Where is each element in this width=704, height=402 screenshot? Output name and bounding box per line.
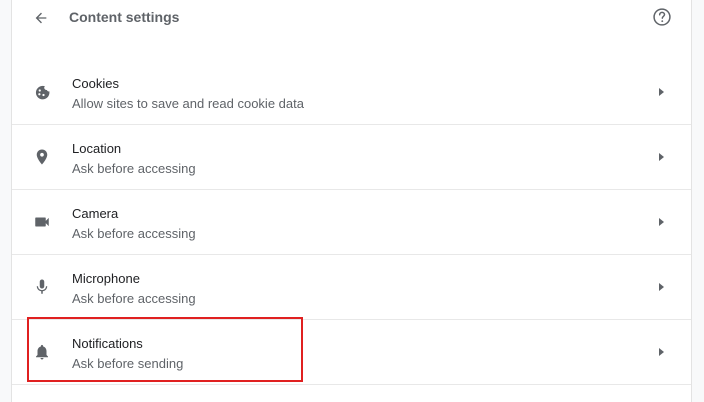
location-pin-icon [32, 147, 52, 167]
camera-label: Camera [72, 206, 119, 221]
help-circle-icon [653, 8, 671, 26]
cookies-description: Allow sites to save and read cookie data [72, 96, 304, 111]
cookies-setting-row[interactable]: Cookies Allow sites to save and read coo… [12, 60, 691, 125]
content-settings-panel: Content settings Cookies Allow sites to … [11, 0, 692, 402]
microphone-setting-row[interactable]: Microphone Ask before accessing [12, 255, 691, 320]
chevron-right-icon [659, 348, 664, 356]
camera-setting-row[interactable]: Camera Ask before accessing [12, 190, 691, 255]
camera-icon [32, 212, 52, 232]
microphone-icon [32, 277, 52, 297]
chevron-right-icon [659, 153, 664, 161]
notifications-label: Notifications [72, 336, 143, 351]
notifications-setting-row[interactable]: Notifications Ask before sending [12, 320, 691, 385]
location-label: Location [72, 141, 122, 156]
header: Content settings [12, 0, 691, 35]
location-description: Ask before accessing [72, 161, 196, 176]
arrow-back-icon [35, 12, 47, 24]
page-title: Content settings [69, 9, 180, 25]
bell-icon [32, 342, 52, 362]
cookie-icon [32, 82, 52, 102]
help-button[interactable] [651, 6, 673, 28]
location-setting-row[interactable]: Location Ask before accessing [12, 125, 691, 190]
cookies-label: Cookies [72, 76, 119, 91]
back-button[interactable] [30, 7, 52, 29]
microphone-label: Microphone [72, 271, 140, 286]
chevron-right-icon [659, 88, 664, 96]
chevron-right-icon [659, 218, 664, 226]
microphone-description: Ask before accessing [72, 291, 196, 306]
chevron-right-icon [659, 283, 664, 291]
notifications-description: Ask before sending [72, 356, 184, 371]
camera-description: Ask before accessing [72, 226, 196, 241]
